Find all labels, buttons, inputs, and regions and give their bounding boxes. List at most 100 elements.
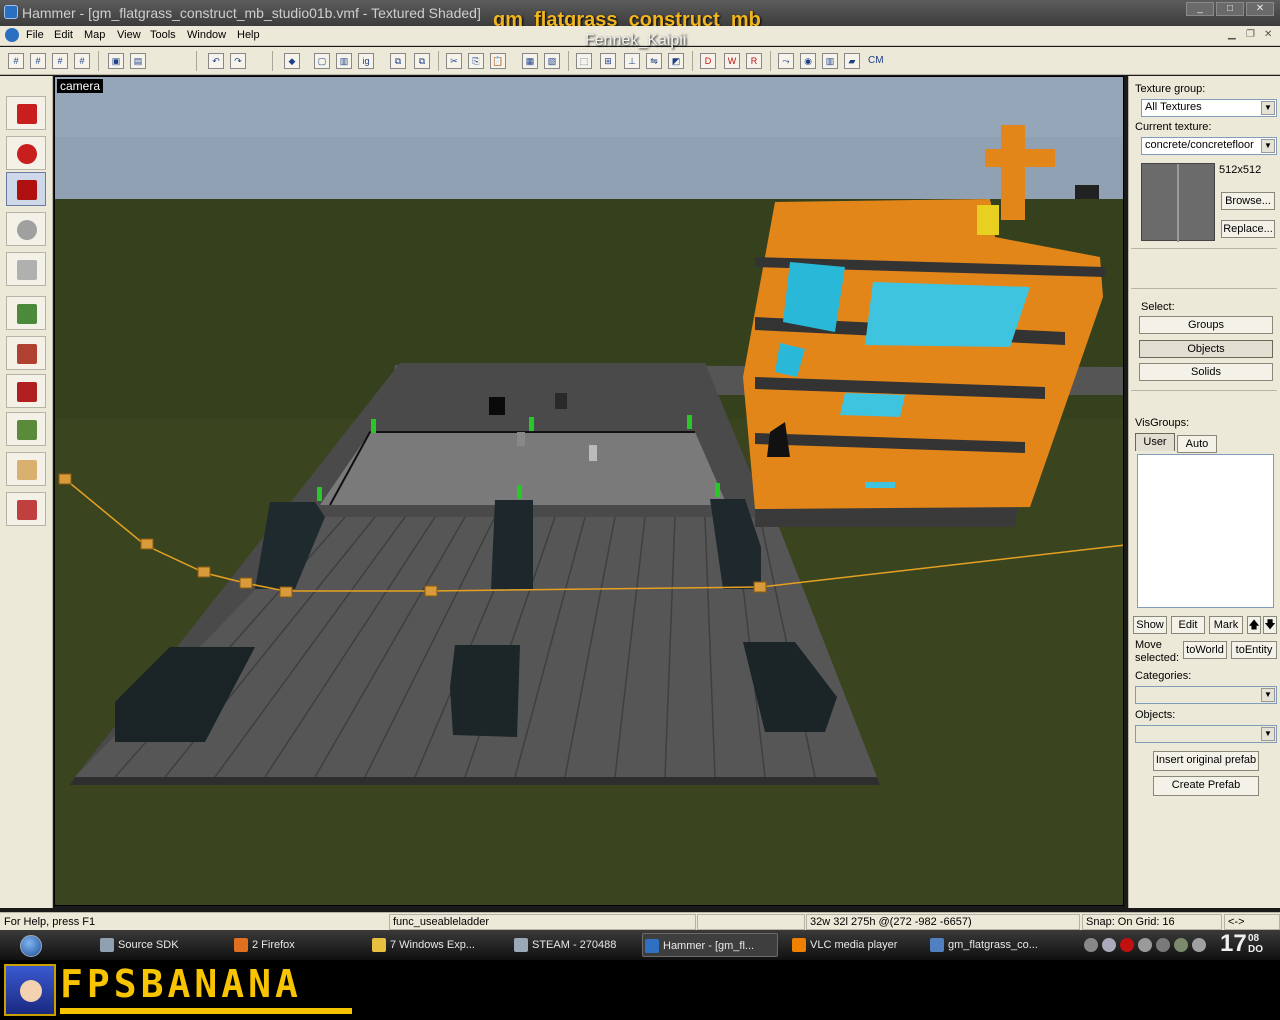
magnify-tool[interactable] [6, 136, 46, 170]
taskbar-item[interactable]: 7 Windows Exp... [370, 933, 500, 957]
sphere-icon[interactable]: ◉ [800, 53, 816, 69]
toggle-wireframe-icon[interactable]: W [724, 53, 740, 69]
move-up-button[interactable]: 🡅 [1247, 616, 1261, 634]
decal-tool[interactable] [6, 374, 46, 408]
menu-map[interactable]: Map [84, 29, 105, 41]
entity-report-icon[interactable]: ⤳ [778, 53, 794, 69]
edit-button[interactable]: Edit [1171, 616, 1205, 634]
chevron-down-icon: ▼ [1261, 688, 1275, 702]
camera-viewport[interactable]: camera [54, 76, 1124, 906]
to-world-button[interactable]: toWorld [1183, 641, 1227, 659]
undo-icon[interactable]: ↶ [208, 53, 224, 69]
copy-icon[interactable]: ⎘ [468, 53, 484, 69]
current-texture-select[interactable]: concrete/concretefloor ▼ [1141, 137, 1277, 155]
cm-label[interactable]: CM [868, 55, 884, 66]
texture-browser-icon[interactable]: ▰ [844, 53, 860, 69]
create-prefab-button[interactable]: Create Prefab [1153, 776, 1259, 796]
taskbar-item[interactable]: VLC media player [790, 933, 915, 957]
menu-window[interactable]: Window [187, 29, 226, 41]
menu-tools[interactable]: Tools [150, 29, 176, 41]
camera-tool[interactable] [6, 172, 46, 206]
doc-minimize-button[interactable]: ▁ [1228, 29, 1236, 40]
flip-icon[interactable]: ⊥ [624, 53, 640, 69]
viewport-label: camera [57, 79, 104, 93]
visgroups-list[interactable] [1137, 454, 1274, 608]
minimize-button[interactable]: _ [1186, 2, 1214, 16]
hide-unselected-icon[interactable]: ⧉ [414, 53, 430, 69]
start-button[interactable] [20, 935, 42, 957]
panel-divider [1131, 248, 1277, 249]
maximize-button[interactable]: □ [1216, 2, 1244, 16]
volume-tray-icon[interactable] [1192, 938, 1206, 952]
doc-close-button[interactable]: ✕ [1264, 29, 1272, 40]
to-entity-button[interactable]: toEntity [1231, 641, 1277, 659]
clipping-tool[interactable] [6, 452, 46, 486]
radius-culling-icon[interactable]: ▥ [822, 53, 838, 69]
tray-icon[interactable] [1084, 938, 1098, 952]
grid-3d-icon[interactable]: # [74, 53, 90, 69]
taskbar-item[interactable]: gm_flatgrass_co... [928, 933, 1058, 957]
texture-group-select[interactable]: All Textures ▼ [1141, 99, 1277, 117]
browse-button[interactable]: Browse... [1221, 192, 1275, 210]
vertex-manipulation-tool[interactable] [6, 492, 46, 526]
cut-icon[interactable]: ✂ [446, 53, 462, 69]
toggle-2d-icon[interactable]: D [700, 53, 716, 69]
carve-icon[interactable]: ◆ [284, 53, 300, 69]
texture-application-tool[interactable] [6, 296, 46, 330]
mirror-icon[interactable]: ⇋ [646, 53, 662, 69]
taskbar-item[interactable]: 2 Firefox [232, 933, 357, 957]
close-button[interactable]: ✕ [1246, 2, 1274, 16]
taskbar-item-label: STEAM - 270488 [532, 939, 617, 951]
tie-to-entity-icon[interactable]: ▦ [522, 53, 538, 69]
block-tool[interactable] [6, 252, 46, 286]
show-button[interactable]: Show [1133, 616, 1167, 634]
tray-icon[interactable] [1138, 938, 1152, 952]
tab-auto[interactable]: Auto [1177, 435, 1217, 453]
menu-file[interactable]: File [26, 29, 44, 41]
grid-large-icon[interactable]: # [30, 53, 46, 69]
paste-icon[interactable]: 📋 [490, 53, 506, 69]
ignore-groups-icon[interactable]: ig [358, 53, 374, 69]
select-objects-button[interactable]: Objects [1139, 340, 1273, 358]
grid-small-icon[interactable]: # [8, 53, 24, 69]
move-down-button[interactable]: 🡇 [1263, 616, 1277, 634]
replace-button[interactable]: Replace... [1221, 220, 1275, 238]
hollow-icon[interactable]: ▢ [314, 53, 330, 69]
steam-tray-icon[interactable] [1102, 938, 1116, 952]
menu-view[interactable]: View [117, 29, 141, 41]
grid-toggle-icon[interactable]: # [52, 53, 68, 69]
insert-prefab-button[interactable]: Insert original prefab [1153, 751, 1259, 771]
texture-lock-icon[interactable]: ▥ [336, 53, 352, 69]
overlay-tool[interactable] [6, 412, 46, 446]
align-icon[interactable]: ⊞ [600, 53, 616, 69]
move-to-world-icon[interactable]: ▧ [544, 53, 560, 69]
apply-current-texture-tool[interactable] [6, 336, 46, 370]
selection-tool[interactable] [6, 96, 46, 130]
taskbar-item[interactable]: Source SDK [98, 933, 218, 957]
entity-tool[interactable] [6, 212, 46, 246]
toolbar-separator [272, 51, 273, 71]
menu-edit[interactable]: Edit [54, 29, 73, 41]
categories-select[interactable]: ▼ [1135, 686, 1277, 704]
doc-restore-button[interactable]: ❐ [1246, 29, 1255, 40]
group-icon[interactable]: ▣ [108, 53, 124, 69]
select-solids-button[interactable]: Solids [1139, 363, 1273, 381]
taskbar-item[interactable]: Hammer - [gm_fl... [642, 933, 778, 957]
selection-icon [17, 104, 37, 124]
tab-user[interactable]: User [1135, 433, 1175, 451]
redo-icon[interactable]: ↷ [230, 53, 246, 69]
mark-button[interactable]: Mark [1209, 616, 1243, 634]
network-tray-icon[interactable] [1156, 938, 1170, 952]
ungroup-icon[interactable]: ▤ [130, 53, 146, 69]
hide-selected-icon[interactable]: ⧉ [390, 53, 406, 69]
taskbar-item[interactable]: STEAM - 270488 [512, 933, 632, 957]
toggle-render-icon[interactable]: R [746, 53, 762, 69]
select-bounds-icon[interactable]: ⬚ [576, 53, 592, 69]
objects-select[interactable]: ▼ [1135, 725, 1277, 743]
select-groups-button[interactable]: Groups [1139, 316, 1273, 334]
antivirus-tray-icon[interactable] [1120, 938, 1134, 952]
color-icon[interactable]: ◩ [668, 53, 684, 69]
tray-icon[interactable] [1174, 938, 1188, 952]
menu-help[interactable]: Help [237, 29, 260, 41]
clock-hour[interactable]: 17 [1220, 930, 1247, 958]
